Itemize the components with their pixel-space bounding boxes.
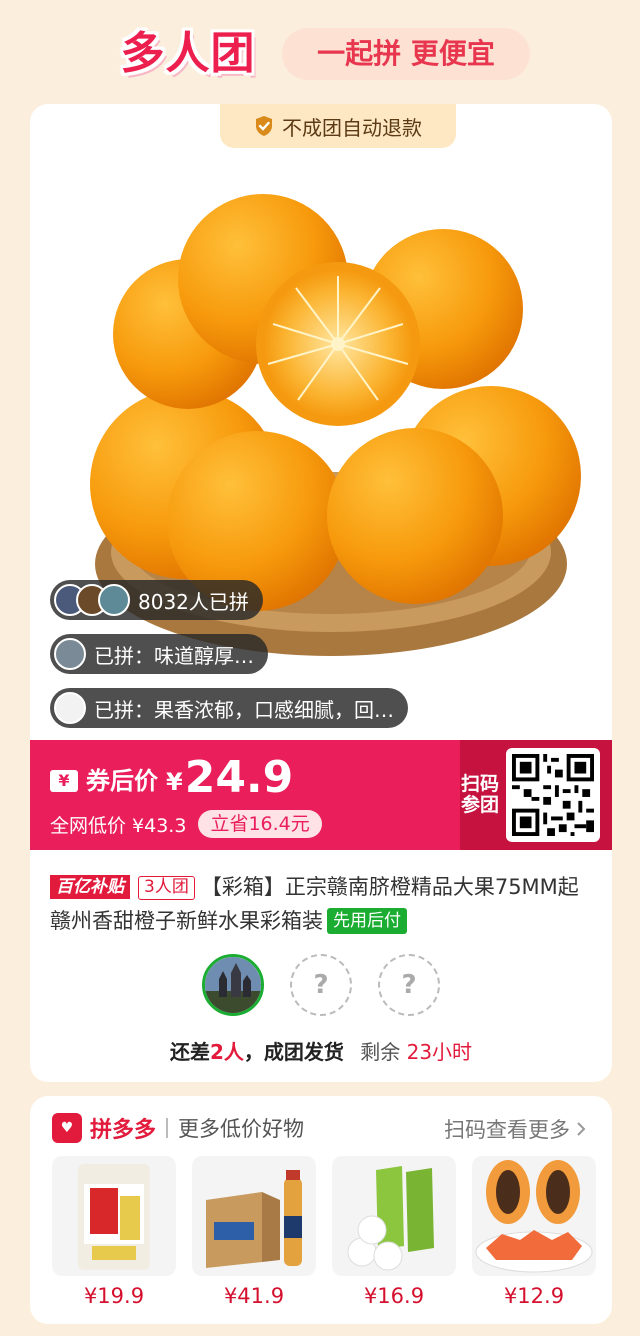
joined-count-pill: 8032人已拼: [50, 580, 263, 620]
member-avatar: [202, 954, 264, 1016]
qr-code-icon: [512, 754, 594, 836]
price-value: 24.9: [184, 752, 294, 803]
joined-count-text: 8032人已拼: [138, 589, 249, 614]
group-members: ? ?: [202, 954, 440, 1016]
more-header: ♥ 拼多多 更多低价好物: [52, 1112, 304, 1144]
goods-item[interactable]: ¥41.9: [192, 1156, 316, 1308]
pay-later-tag: 先用后付: [327, 908, 407, 934]
header: 多人团 一起拼 更便宜: [0, 0, 640, 104]
more-goods-card: ♥ 拼多多 更多低价好物 扫码查看更多 ¥19.9 ¥41.9 ¥16.9 ¥1…: [30, 1096, 612, 1324]
review-text: 已拼：果香浓郁，口感细腻，回…: [94, 697, 394, 722]
goods-price: ¥19.9: [83, 1284, 145, 1308]
scan-more-link[interactable]: 扫码查看更多: [444, 1114, 586, 1144]
goods-item[interactable]: ¥19.9: [52, 1156, 176, 1308]
goods-price: ¥12.9: [503, 1284, 565, 1308]
rice-bag-image: [52, 1156, 176, 1276]
pdd-logo-icon: ♥: [52, 1113, 82, 1143]
group-size-tag: 3人团: [138, 876, 195, 900]
price-banner: ¥ 券后价 ¥ 24.9 全网低价 ¥43.3 立省16.4元 扫码参团: [30, 740, 612, 850]
refund-badge: 不成团自动退款: [220, 104, 456, 148]
avatar-stack: [54, 584, 130, 616]
product-title-area[interactable]: 百亿补贴 3人团 【彩箱】正宗赣南脐橙精品大果75MM起赣州香甜橙子新鲜水果彩箱装先…: [50, 870, 594, 938]
coupon-label: 券后价: [86, 767, 158, 795]
remain-label: 剩余: [360, 1040, 401, 1064]
goods-item[interactable]: ¥16.9: [332, 1156, 456, 1308]
more-title: 更多低价好物: [178, 1117, 305, 1141]
product-card: 不成团自动退款 8032人已拼 已拼：味道醇厚… 已拼：果香浓郁，口感细腻，回……: [30, 104, 612, 1082]
status-suffix: ，成团发货: [243, 1040, 344, 1064]
slogan-pill: 一起拼 更便宜: [282, 28, 530, 80]
market-price: 全网低价 ¥43.3: [50, 814, 187, 837]
avatar: [98, 584, 130, 616]
coupon-icon: ¥: [50, 770, 78, 792]
page-title: 多人团: [120, 28, 256, 79]
divider: [166, 1118, 169, 1138]
empty-member-slot[interactable]: ?: [290, 954, 352, 1016]
status-prefix: 还差: [169, 1040, 210, 1064]
scan-more-text: 扫码查看更多: [444, 1118, 570, 1142]
price-sub-row: 全网低价 ¥43.3 立省16.4元: [50, 810, 322, 838]
goods-item[interactable]: ¥12.9: [472, 1156, 596, 1308]
chevron-right-icon: [577, 1122, 586, 1136]
avatar: [54, 692, 86, 724]
brand-name: 拼多多: [90, 1118, 157, 1143]
save-tag: 立省16.4元: [198, 810, 322, 838]
qr-code[interactable]: [506, 748, 600, 842]
goods-price: ¥41.9: [223, 1284, 285, 1308]
avatar: [54, 638, 86, 670]
tea-drink-box-image: [192, 1156, 316, 1276]
castle-avatar-icon: [205, 957, 261, 1013]
status-count: 2人: [209, 1040, 244, 1064]
subsidy-tag: 百亿补贴: [50, 875, 130, 899]
goods-list: ¥19.9 ¥41.9 ¥16.9 ¥12.9: [52, 1156, 596, 1308]
goods-price: ¥16.9: [363, 1284, 425, 1308]
qr-panel[interactable]: 扫码参团: [460, 740, 612, 850]
papaya-image: [472, 1156, 596, 1276]
product-title: 百亿补贴 3人团 【彩箱】正宗赣南脐橙精品大果75MM起赣州香甜橙子新鲜水果彩箱装先…: [50, 870, 594, 938]
empty-member-slot[interactable]: ?: [378, 954, 440, 1016]
shield-check-icon: [256, 116, 272, 136]
review-pill: 已拼：味道醇厚…: [50, 634, 268, 674]
remain-time: 23小时: [406, 1040, 473, 1064]
group-status: 还差2人，成团发货 剩余 23小时: [30, 1036, 612, 1065]
currency-symbol: ¥: [166, 768, 183, 796]
coupon-price-row: ¥ 券后价 ¥ 24.9: [50, 754, 293, 802]
review-pill: 已拼：果香浓郁，口感细腻，回…: [50, 688, 408, 728]
review-text: 已拼：味道醇厚…: [94, 643, 254, 668]
refund-text: 不成团自动退款: [282, 115, 422, 140]
qr-label: 扫码参团: [460, 773, 499, 816]
tissue-rolls-image: [332, 1156, 456, 1276]
